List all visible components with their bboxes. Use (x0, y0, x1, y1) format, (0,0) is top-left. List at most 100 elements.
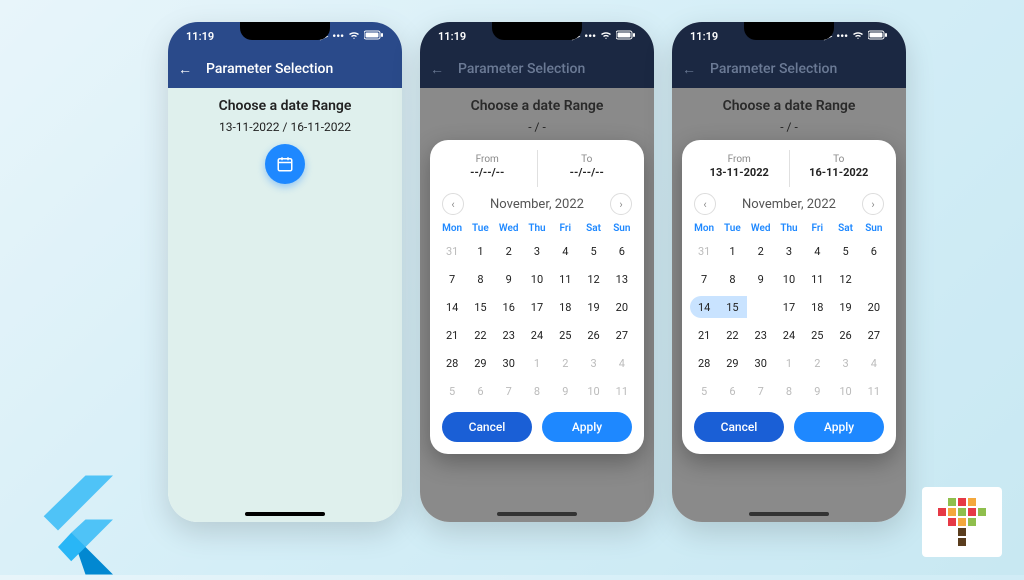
calendar-day[interactable]: 9 (551, 380, 579, 402)
next-month-button[interactable]: › (862, 193, 884, 215)
calendar-day[interactable]: 26 (831, 324, 859, 346)
calendar-day[interactable]: 5 (831, 240, 859, 262)
calendar-day[interactable]: 6 (860, 240, 888, 262)
cancel-button[interactable]: Cancel (694, 412, 784, 442)
calendar-day[interactable]: 5 (690, 380, 718, 402)
calendar-day[interactable]: 5 (438, 380, 466, 402)
calendar-day[interactable]: 19 (831, 296, 859, 318)
calendar-day[interactable]: 10 (831, 380, 859, 402)
calendar-day[interactable]: 25 (551, 324, 579, 346)
calendar-day[interactable]: 8 (775, 380, 803, 402)
cancel-button[interactable]: Cancel (442, 412, 532, 442)
calendar-day[interactable]: 10 (775, 268, 803, 290)
calendar-day[interactable]: 9 (747, 268, 775, 290)
calendar-day[interactable]: 9 (495, 268, 523, 290)
calendar-day[interactable]: 18 (551, 296, 579, 318)
calendar-day[interactable]: 7 (690, 268, 718, 290)
calendar-day[interactable]: 31 (438, 240, 466, 262)
calendar-day[interactable]: 3 (775, 240, 803, 262)
apply-button[interactable]: Apply (542, 412, 632, 442)
calendar-day[interactable]: 7 (495, 380, 523, 402)
calendar-day[interactable]: 11 (608, 380, 636, 402)
calendar-day[interactable]: 19 (579, 296, 607, 318)
calendar-day[interactable]: 22 (718, 324, 746, 346)
calendar-day[interactable]: 11 (860, 380, 888, 402)
back-button[interactable]: ← (430, 61, 444, 78)
calendar-day[interactable]: 5 (579, 240, 607, 262)
calendar-day[interactable]: 3 (523, 240, 551, 262)
calendar-day[interactable]: 22 (466, 324, 494, 346)
calendar-day[interactable]: 12 (831, 268, 859, 290)
calendar-day[interactable]: 6 (608, 240, 636, 262)
prev-month-button[interactable]: ‹ (442, 193, 464, 215)
calendar-day[interactable]: 8 (466, 268, 494, 290)
calendar-day[interactable]: 15 (466, 296, 494, 318)
back-button[interactable]: ← (682, 61, 696, 78)
from-column[interactable]: From --/--/-- (438, 150, 538, 187)
from-column[interactable]: From 13-11-2022 (690, 150, 790, 187)
calendar-day[interactable]: 28 (438, 352, 466, 374)
calendar-day[interactable]: 26 (579, 324, 607, 346)
calendar-day[interactable]: 17 (523, 296, 551, 318)
calendar-day[interactable]: 16 (495, 296, 523, 318)
calendar-day[interactable]: 14 (438, 296, 466, 318)
calendar-day[interactable]: 27 (608, 324, 636, 346)
calendar-day[interactable]: 12 (579, 268, 607, 290)
calendar-day[interactable]: 8 (718, 268, 746, 290)
calendar-day[interactable]: 29 (718, 352, 746, 374)
calendar-day[interactable]: 7 (438, 268, 466, 290)
to-column[interactable]: To 16-11-2022 (790, 150, 889, 187)
calendar-day[interactable]: 6 (466, 380, 494, 402)
calendar-day[interactable]: 31 (690, 240, 718, 262)
calendar-day[interactable]: 7 (747, 380, 775, 402)
calendar-day[interactable]: 2 (803, 352, 831, 374)
calendar-day[interactable]: 25 (803, 324, 831, 346)
to-column[interactable]: To --/--/-- (538, 150, 637, 187)
calendar-day[interactable]: 9 (803, 380, 831, 402)
calendar-day[interactable]: 2 (747, 240, 775, 262)
calendar-day[interactable]: 15 (718, 296, 746, 318)
prev-month-button[interactable]: ‹ (694, 193, 716, 215)
calendar-day[interactable]: 2 (551, 352, 579, 374)
calendar-day[interactable]: 24 (523, 324, 551, 346)
calendar-day[interactable]: 17 (775, 296, 803, 318)
calendar-day[interactable]: 11 (803, 268, 831, 290)
calendar-day[interactable]: 4 (860, 352, 888, 374)
calendar-day[interactable]: 11 (551, 268, 579, 290)
calendar-day[interactable]: 1 (775, 352, 803, 374)
calendar-day[interactable]: 1 (523, 352, 551, 374)
calendar-day[interactable]: 27 (860, 324, 888, 346)
calendar-day[interactable]: 24 (775, 324, 803, 346)
calendar-day[interactable]: 4 (608, 352, 636, 374)
calendar-day[interactable]: 29 (466, 352, 494, 374)
calendar-day[interactable]: 30 (747, 352, 775, 374)
calendar-day[interactable]: 10 (523, 268, 551, 290)
next-month-button[interactable]: › (610, 193, 632, 215)
calendar-day[interactable]: 10 (579, 380, 607, 402)
calendar-day[interactable]: 8 (523, 380, 551, 402)
calendar-day[interactable]: 13 (608, 268, 636, 290)
apply-button[interactable]: Apply (794, 412, 884, 442)
calendar-day[interactable]: 1 (466, 240, 494, 262)
calendar-day[interactable]: 2 (495, 240, 523, 262)
calendar-day[interactable]: 21 (438, 324, 466, 346)
open-calendar-button[interactable] (265, 144, 305, 184)
back-button[interactable]: ← (178, 61, 192, 78)
calendar-day[interactable]: 23 (495, 324, 523, 346)
calendar-day[interactable]: 4 (551, 240, 579, 262)
calendar-day[interactable]: 21 (690, 324, 718, 346)
calendar-day[interactable]: 1 (718, 240, 746, 262)
calendar-day[interactable]: 3 (579, 352, 607, 374)
calendar-day[interactable]: 6 (718, 380, 746, 402)
calendar-day[interactable]: 13 (860, 268, 888, 290)
calendar-day[interactable]: 18 (803, 296, 831, 318)
calendar-day[interactable]: 20 (608, 296, 636, 318)
calendar-day[interactable]: 3 (831, 352, 859, 374)
calendar-day[interactable]: 28 (690, 352, 718, 374)
calendar-day[interactable]: 23 (747, 324, 775, 346)
calendar-day[interactable]: 16 (747, 296, 775, 318)
calendar-day[interactable]: 14 (690, 296, 718, 318)
calendar-day[interactable]: 30 (495, 352, 523, 374)
calendar-day[interactable]: 4 (803, 240, 831, 262)
calendar-day[interactable]: 20 (860, 296, 888, 318)
